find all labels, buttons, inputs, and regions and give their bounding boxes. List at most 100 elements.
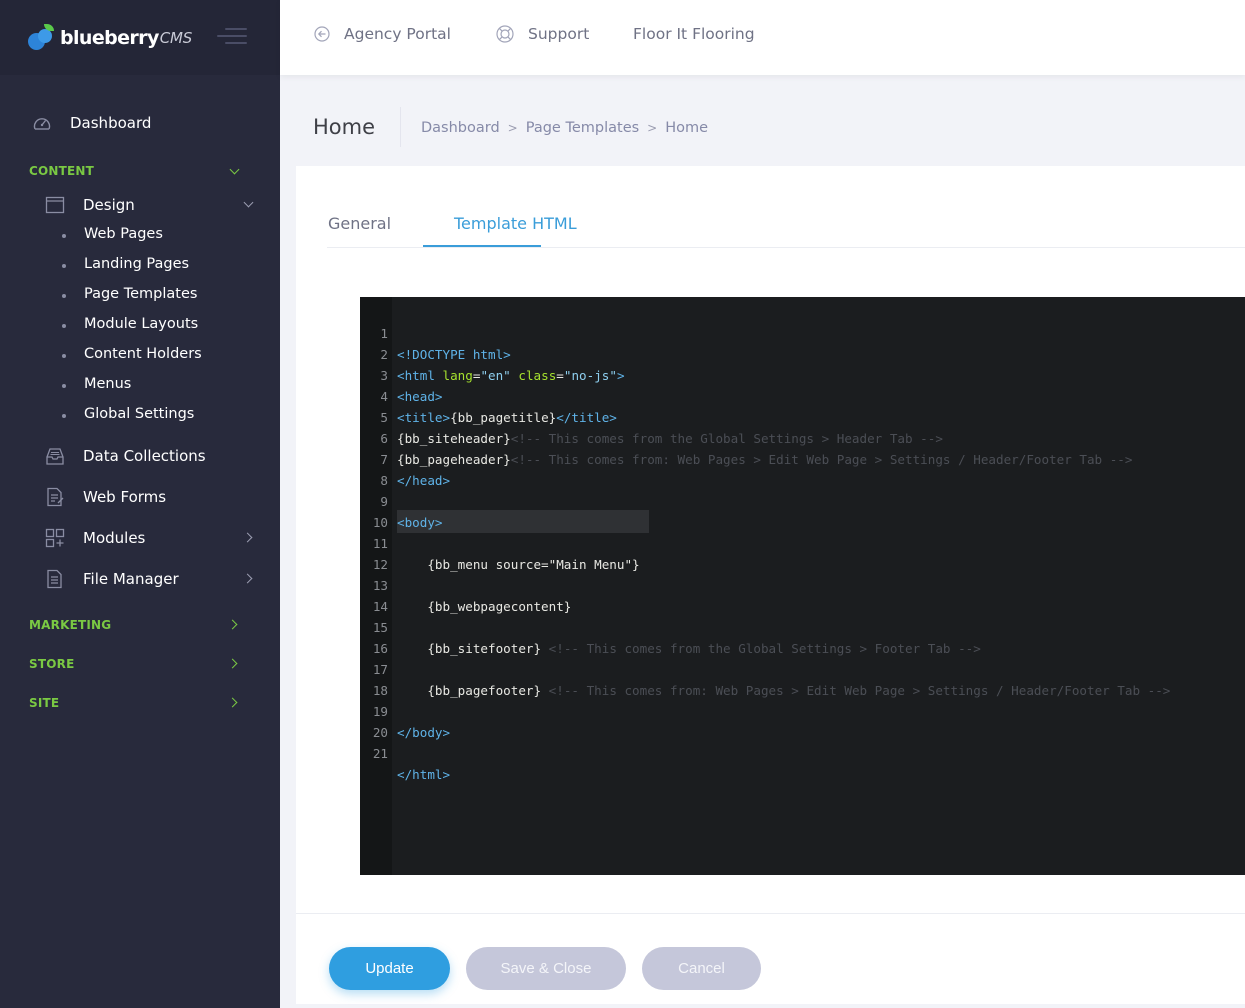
breadcrumb-separator: >	[507, 121, 518, 135]
code-line: 7 </head>	[360, 428, 1245, 488]
code-line: 21 </html>	[360, 722, 1245, 782]
chevron-down-icon[interactable]	[229, 164, 240, 175]
code-line: 11 {bb_menu source="Main Menu"}	[360, 512, 1245, 572]
bullet-icon	[62, 414, 66, 418]
window-icon	[45, 196, 65, 214]
code-line: 19 </body>	[360, 680, 1245, 740]
brand-name: blueberry	[60, 26, 159, 49]
code-line: 14	[360, 575, 1245, 614]
code-line: 17 {bb_pagefooter} <!-- This comes from:…	[360, 638, 1245, 698]
brand-suffix: CMS	[159, 28, 193, 47]
chevron-right-icon[interactable]	[227, 619, 238, 630]
code-line: 13 {bb_webpagecontent}	[360, 554, 1245, 614]
breadcrumb: Dashboard > Page Templates > Home	[421, 120, 708, 136]
sidebar-item-design[interactable]: Design	[0, 194, 280, 216]
code-line: 15 {bb_sitefooter} <!-- This comes from …	[360, 596, 1245, 656]
footer-divider	[296, 913, 1245, 914]
blueberry-logo-icon	[28, 23, 56, 50]
bullet-icon	[62, 294, 66, 298]
sidebar-item-label: Modules	[83, 529, 146, 547]
support-link[interactable]: Support	[496, 25, 589, 43]
sidebar-item-web-forms[interactable]: Web Forms	[0, 486, 280, 508]
back-arrow-circle-icon	[314, 26, 330, 42]
update-button[interactable]: Update	[329, 947, 450, 990]
chevron-right-icon	[242, 532, 253, 543]
sidebar-item-label: File Manager	[83, 570, 179, 588]
tab-general[interactable]: General	[328, 214, 391, 233]
sidebar: blueberry CMS Dashboard CONTENT Design W…	[0, 0, 280, 1008]
sidebar-subitem-content-holders[interactable]: Content Holders	[84, 346, 202, 362]
breadcrumb-home[interactable]: Home	[665, 120, 708, 136]
section-site[interactable]: SITE	[29, 696, 59, 710]
code-line: 20	[360, 701, 1245, 740]
code-editor[interactable]: 1 <!DOCTYPE html> 2 <html lang="en" clas…	[360, 297, 1245, 875]
page-title: Home	[313, 115, 376, 139]
sidebar-header: blueberry CMS	[0, 0, 280, 75]
active-tab-indicator	[423, 245, 541, 247]
site-name-label: Floor It Flooring	[633, 25, 755, 43]
code-line: 6 {bb_pageheader}<!-- This comes from: W…	[360, 407, 1245, 467]
bullet-icon	[62, 234, 66, 238]
chevron-right-icon[interactable]	[227, 658, 238, 669]
sidebar-item-modules[interactable]: Modules	[0, 527, 280, 549]
tab-template-html[interactable]: Template HTML	[454, 214, 577, 233]
code-line: 3 <head>	[360, 344, 1245, 404]
chevron-right-icon[interactable]	[227, 697, 238, 708]
code-token: </html>	[397, 767, 451, 782]
agency-portal-link[interactable]: Agency Portal	[314, 25, 451, 43]
sidebar-item-label: Design	[83, 196, 135, 214]
code-line: 12	[360, 533, 1245, 572]
sidebar-subitem-module-layouts[interactable]: Module Layouts	[84, 316, 198, 332]
code-line: 9 <body>	[360, 470, 1245, 530]
sidebar-item-dashboard[interactable]: Dashboard	[0, 112, 280, 136]
breadcrumb-page-templates[interactable]: Page Templates	[526, 120, 639, 136]
code-line: 8	[360, 449, 1245, 488]
top-bar: Agency Portal Support Floor It Flooring	[280, 0, 1245, 75]
code-line: 10	[360, 491, 1245, 530]
section-store[interactable]: STORE	[29, 657, 74, 671]
code-line: 5 {bb_siteheader}<!-- This comes from th…	[360, 386, 1245, 446]
sidebar-item-label: Dashboard	[70, 114, 152, 132]
agency-portal-label: Agency Portal	[344, 25, 451, 43]
code-line: 16	[360, 617, 1245, 656]
divider	[400, 107, 401, 147]
subheader: Home Dashboard > Page Templates > Home	[280, 75, 1245, 167]
bullet-icon	[62, 384, 66, 388]
sidebar-item-label: Data Collections	[83, 447, 206, 465]
sidebar-item-data-collections[interactable]: Data Collections	[0, 445, 280, 467]
inbox-icon	[46, 448, 64, 465]
modules-grid-icon	[45, 528, 65, 548]
chevron-down-icon	[243, 197, 254, 208]
code-line: 1 <!DOCTYPE html>	[360, 302, 1245, 362]
save-close-button[interactable]: Save & Close	[466, 947, 626, 990]
code-line: 4 <title>{bb_pagetitle}</title>	[360, 365, 1245, 425]
site-name-link[interactable]: Floor It Flooring	[633, 25, 755, 43]
bullet-icon	[62, 324, 66, 328]
lifebuoy-icon	[496, 25, 514, 43]
section-content[interactable]: CONTENT	[29, 164, 94, 178]
line-number: 21	[372, 746, 388, 761]
code-line: 2 <html lang="en" class="no-js">	[360, 323, 1245, 383]
menu-toggle-icon[interactable]	[217, 28, 247, 46]
bullet-icon	[62, 354, 66, 358]
gauge-icon	[33, 118, 51, 130]
sidebar-subitem-landing-pages[interactable]: Landing Pages	[84, 256, 189, 272]
bullet-icon	[62, 264, 66, 268]
sidebar-item-file-manager[interactable]: File Manager	[0, 568, 280, 590]
support-label: Support	[528, 25, 590, 43]
tab-bar: General Template HTML	[327, 166, 1245, 248]
brand-logo[interactable]: blueberry CMS	[28, 23, 193, 50]
section-marketing[interactable]: MARKETING	[29, 618, 111, 632]
file-icon	[47, 569, 62, 589]
chevron-right-icon	[242, 573, 253, 584]
sidebar-subitem-page-templates[interactable]: Page Templates	[84, 286, 197, 302]
sidebar-item-label: Web Forms	[83, 488, 167, 506]
breadcrumb-dashboard[interactable]: Dashboard	[421, 120, 500, 136]
cancel-button[interactable]: Cancel	[642, 947, 761, 990]
code-line: 18	[360, 659, 1245, 698]
sidebar-subitem-web-pages[interactable]: Web Pages	[84, 226, 163, 242]
sidebar-subitem-menus[interactable]: Menus	[84, 376, 131, 392]
form-document-icon	[47, 487, 64, 507]
sidebar-subitem-global-settings[interactable]: Global Settings	[84, 406, 194, 422]
breadcrumb-separator: >	[647, 121, 658, 135]
